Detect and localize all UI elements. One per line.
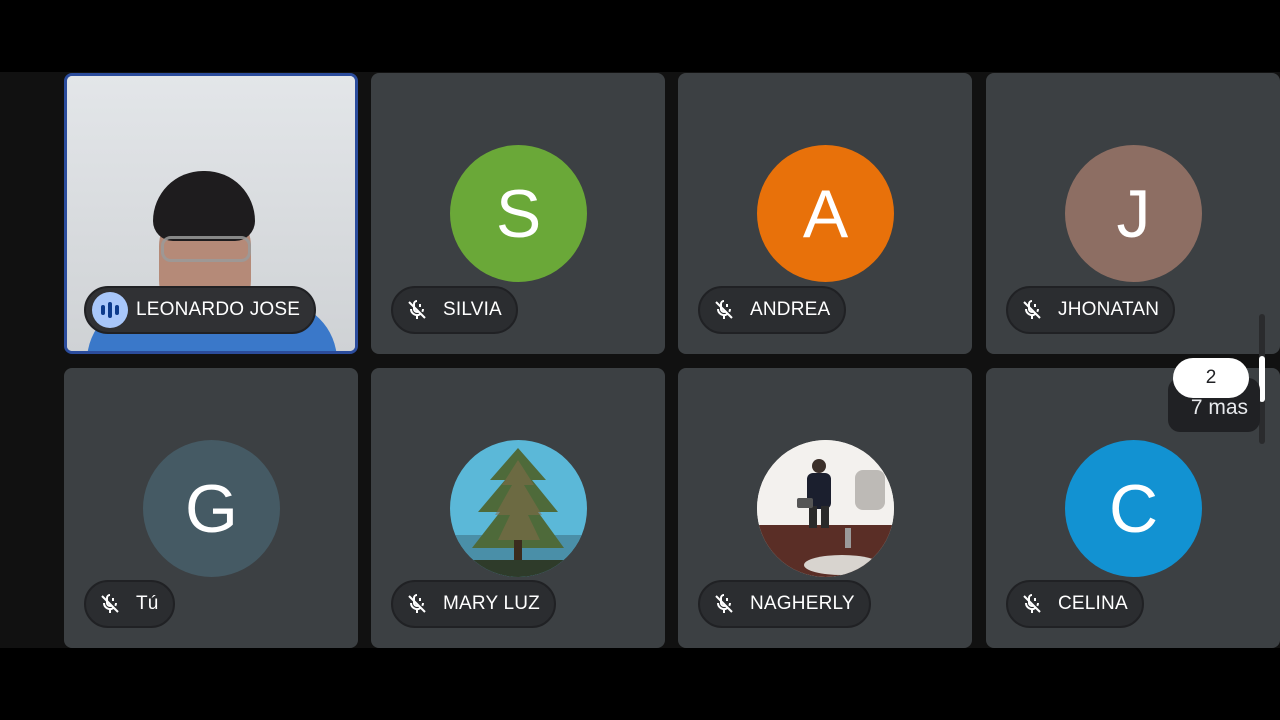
participant-tile-nagherly[interactable]: NAGHERLY (678, 368, 972, 648)
avatar: C (1065, 440, 1202, 577)
mirror-selfie-photo-avatar (757, 440, 894, 577)
mic-off-icon (92, 586, 128, 622)
participant-tile-silvia[interactable]: S SILVIA (371, 73, 665, 354)
participant-name: NAGHERLY (750, 593, 855, 614)
participant-name-pill: CELINA (1006, 580, 1144, 628)
participant-name: ANDREA (750, 299, 831, 320)
participant-tile-andrea[interactable]: A ANDREA (678, 73, 972, 354)
participant-name: LEONARDO JOSE (136, 299, 301, 320)
participant-name-pill: Tú (84, 580, 175, 628)
page-count-badge: 2 (1173, 358, 1249, 398)
participant-name-pill: NAGHERLY (698, 580, 871, 628)
avatar: S (450, 145, 587, 282)
participant-tile-mary-luz[interactable]: MARY LUZ (371, 368, 665, 648)
participant-tile-jhonatan[interactable]: J JHONATAN (986, 73, 1280, 354)
participant-name: Tú (136, 593, 159, 614)
avatar: G (143, 440, 280, 577)
mic-off-icon (399, 292, 435, 328)
participant-name-pill: SILVIA (391, 286, 518, 334)
participant-name: MARY LUZ (443, 593, 540, 614)
mic-off-icon (1014, 292, 1050, 328)
tree-photo-avatar (450, 440, 587, 577)
avatar: A (757, 145, 894, 282)
participant-name: SILVIA (443, 299, 502, 320)
more-participants-label: 7 mas (1190, 396, 1248, 419)
participant-name-pill: MARY LUZ (391, 580, 556, 628)
mic-off-icon (706, 586, 742, 622)
participant-name: CELINA (1058, 593, 1128, 614)
mic-off-icon (399, 586, 435, 622)
participant-name-pill: ANDREA (698, 286, 847, 334)
participant-name-pill: JHONATAN (1006, 286, 1176, 334)
participant-name: JHONATAN (1058, 299, 1160, 320)
participant-tile-leonardo[interactable]: LEONARDO JOSE (64, 73, 358, 354)
mic-off-icon (706, 292, 742, 328)
avatar: J (1065, 145, 1202, 282)
participant-tile-self[interactable]: G Tú (64, 368, 358, 648)
audio-level-icon (92, 292, 128, 328)
mic-off-icon (1014, 586, 1050, 622)
participant-name-pill: LEONARDO JOSE (84, 286, 317, 334)
